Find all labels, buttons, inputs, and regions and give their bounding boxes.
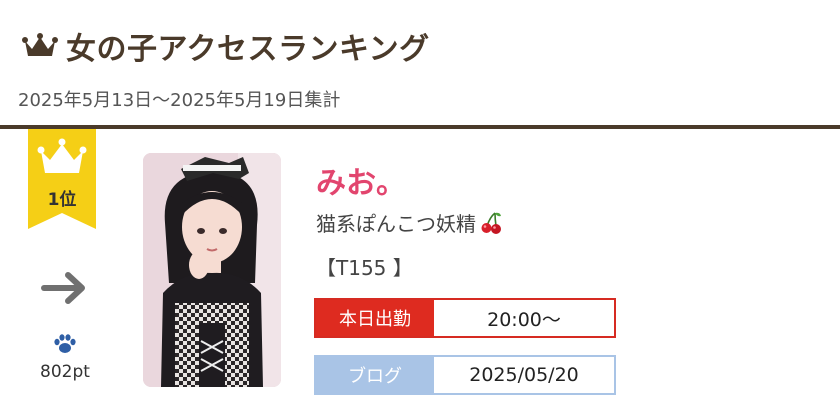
catchphrase: 猫系ぽんこつ妖精 [316,208,502,237]
profile-photo[interactable] [143,153,281,387]
header-divider [0,125,840,129]
rank-ribbon-icon [28,129,96,229]
girl-photo-image [143,153,281,387]
blog-row[interactable]: ブログ 2025/05/20 [314,355,616,395]
title-row: 女の子アクセスランキング [22,24,430,68]
aggregation-period: 2025年5月13日〜2025年5月19日集計 [18,90,341,111]
work-schedule-row[interactable]: 本日出勤 20:00〜 [314,298,616,338]
paw-icon [54,334,76,353]
ranking-header: 女の子アクセスランキング 2025年5月13日〜2025年5月19日集計 [0,0,840,125]
height-info: 【T155 】 [316,256,413,280]
rank-label: 1位 [47,190,77,210]
work-label: 本日出勤 [316,300,434,336]
arrow-right-icon [41,272,85,304]
catchphrase-text: 猫系ぽんこつ妖精 [316,212,476,236]
points-value: 802pt [40,362,90,382]
cherry-icon [481,211,501,234]
girl-name[interactable]: みお。 [316,158,406,202]
rank-badge: 1位 [28,129,96,229]
blog-label: ブログ [316,357,434,393]
work-time: 20:00〜 [434,300,614,336]
blog-date: 2025/05/20 [434,357,614,393]
page-title: 女の子アクセスランキング [66,32,430,67]
crown-icon [22,33,58,56]
